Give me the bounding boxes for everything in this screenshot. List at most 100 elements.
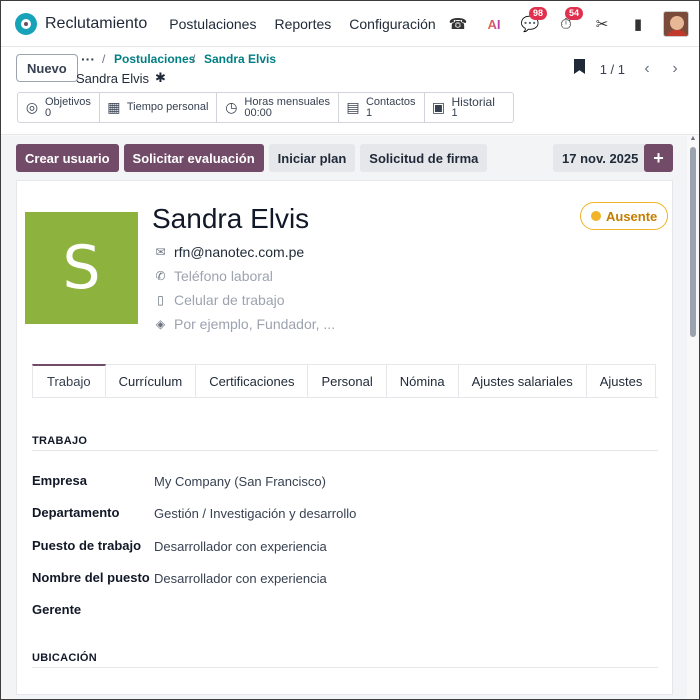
phone-icon: ✆ bbox=[155, 269, 166, 283]
stat-value: 1 bbox=[365, 106, 373, 119]
stat-label: Objetivos bbox=[45, 95, 91, 108]
menu-reportes[interactable]: Reportes bbox=[274, 16, 331, 32]
top-navbar: Reclutamiento Postulaciones Reportes Con… bbox=[1, 1, 699, 47]
breadcrumb-postulaciones[interactable]: Postulaciones bbox=[114, 52, 195, 66]
label-nombre-del-puesto: Nombre del puesto bbox=[32, 570, 150, 585]
activities-badge: 54 bbox=[565, 7, 584, 20]
value-puesto-de-trabajo[interactable]: Desarrollador con experiencia bbox=[154, 539, 327, 554]
tab-nomina[interactable]: Nómina bbox=[386, 364, 459, 398]
menu-postulaciones[interactable]: Postulaciones bbox=[169, 16, 256, 32]
mobile-field[interactable]: ▯ Celular de trabajo bbox=[154, 292, 285, 308]
stat-value: 0 bbox=[45, 106, 52, 119]
scroll-up-arrow-icon[interactable]: ▲ bbox=[689, 135, 697, 142]
tabs-divider bbox=[32, 397, 658, 398]
record-title: Sandra Elvis bbox=[76, 70, 149, 86]
email-field[interactable]: ✉ rfn@nanotec.com.pe bbox=[154, 244, 304, 260]
mobile-input[interactable]: Celular de trabajo bbox=[174, 292, 285, 308]
ai-icon[interactable]: AI bbox=[483, 13, 505, 35]
bookmark-icon[interactable] bbox=[574, 59, 585, 74]
create-user-button[interactable]: Crear usuario bbox=[16, 144, 119, 172]
mobile-icon: ▯ bbox=[157, 293, 164, 307]
value-nombre-del-puesto[interactable]: Desarrollador con experiencia bbox=[154, 571, 327, 586]
employee-name[interactable]: Sandra Elvis bbox=[152, 203, 309, 235]
stat-label: Tiempo personal bbox=[126, 101, 209, 113]
plus-button[interactable]: + bbox=[644, 144, 673, 172]
tab-curriculum[interactable]: Currículum bbox=[105, 364, 197, 398]
form-sheet: S Sandra Elvis Ausente ✉ rfn@nanotec.com… bbox=[16, 180, 673, 695]
notebook-tabs: Trabajo Currículum Certificaciones Perso… bbox=[32, 364, 657, 398]
pager: 1 / 1 ‹ › bbox=[600, 55, 687, 83]
label-puesto-de-trabajo: Puesto de trabajo bbox=[32, 538, 142, 553]
smart-button-contactos[interactable]: ▤ Contactos 1 bbox=[339, 93, 425, 122]
tags-field[interactable]: ◈ Por ejemplo, Fundador, ... bbox=[154, 316, 335, 332]
label-empresa: Empresa bbox=[32, 473, 87, 488]
status-label: Ausente bbox=[606, 208, 658, 224]
contact-card-icon: ▤ bbox=[346, 99, 360, 115]
value-empresa[interactable]: My Company (San Francisco) bbox=[154, 474, 326, 489]
envelope-icon: ✉ bbox=[155, 245, 166, 259]
work-phone-field[interactable]: ✆ Teléfono laboral bbox=[154, 268, 273, 284]
menu-configuracion[interactable]: Configuración bbox=[349, 16, 435, 32]
scrollbar-thumb[interactable] bbox=[690, 147, 696, 337]
smart-button-horas-mensuales[interactable]: ◷ Horas mensuales 00:00 bbox=[217, 93, 339, 122]
section-title-ubicacion: UBICACIÓN bbox=[32, 652, 98, 664]
stat-value: 00:00 bbox=[244, 106, 272, 119]
section-title-trabajo: TRABAJO bbox=[32, 435, 88, 447]
record-name: Sandra Elvis ✱ bbox=[76, 70, 166, 86]
smart-button-historial[interactable]: ▣ Historial 1 bbox=[425, 93, 513, 122]
request-evaluation-button[interactable]: Solicitar evaluación bbox=[123, 144, 264, 172]
tab-ajustes-salariales[interactable]: Ajustes salariales bbox=[458, 364, 587, 398]
gear-icon[interactable]: ✱ bbox=[155, 70, 166, 86]
vertical-scrollbar[interactable]: ▲ bbox=[689, 135, 697, 686]
recruitment-app-icon[interactable] bbox=[15, 12, 37, 35]
breadcrumb-separator: / bbox=[192, 52, 196, 66]
calendar-icon: ▦ bbox=[107, 99, 121, 115]
stat-label: Historial bbox=[451, 94, 495, 109]
section-divider bbox=[32, 450, 658, 451]
tab-personal[interactable]: Personal bbox=[308, 364, 387, 398]
smart-button-tiempo-personal[interactable]: ▦ Tiempo personal bbox=[100, 93, 218, 122]
smart-button-objetivos[interactable]: ◎ Objetivos 0 bbox=[18, 93, 100, 122]
smart-buttons: ◎ Objetivos 0 ▦ Tiempo personal ◷ Horas m… bbox=[17, 92, 514, 123]
breadcrumb-more-button[interactable]: ··· bbox=[81, 51, 95, 67]
main-menu: Postulaciones Reportes Configuración bbox=[169, 16, 435, 32]
stat-value: 1 bbox=[451, 106, 458, 119]
employee-avatar[interactable]: S bbox=[25, 212, 138, 324]
app-window: Reclutamiento Postulaciones Reportes Con… bbox=[0, 0, 700, 700]
activity-clock-icon[interactable]: ⏱ 54 bbox=[555, 7, 584, 35]
new-button[interactable]: Nuevo bbox=[16, 54, 78, 82]
stat-label: Contactos bbox=[365, 95, 416, 108]
history-icon: ▣ bbox=[431, 99, 446, 115]
tab-ajustes[interactable]: Ajustes bbox=[586, 364, 657, 398]
pager-previous-button[interactable]: ‹ bbox=[635, 55, 659, 83]
signature-request-button[interactable]: Solicitud de firma bbox=[360, 144, 488, 172]
email-value[interactable]: rfn@nanotec.com.pe bbox=[174, 244, 304, 260]
label-departamento: Departamento bbox=[32, 505, 120, 520]
clock-icon: ◷ bbox=[225, 99, 238, 115]
breadcrumb-separator: / bbox=[102, 52, 106, 66]
mobile-device-icon[interactable]: ▮ bbox=[627, 13, 649, 35]
tab-trabajo[interactable]: Trabajo bbox=[32, 364, 106, 398]
messages-icon[interactable]: 💬 98 bbox=[519, 7, 548, 35]
target-icon: ◎ bbox=[25, 99, 39, 115]
work-phone-input[interactable]: Teléfono laboral bbox=[174, 268, 273, 284]
stat-label: Horas mensuales bbox=[244, 95, 330, 108]
messages-badge: 98 bbox=[529, 7, 548, 20]
tab-certificaciones[interactable]: Certificaciones bbox=[196, 364, 309, 398]
start-plan-button[interactable]: Iniciar plan bbox=[268, 144, 356, 172]
pager-next-button[interactable]: › bbox=[663, 55, 687, 83]
value-departamento[interactable]: Gestión / Investigación y desarrollo bbox=[154, 506, 356, 521]
label-gerente: Gerente bbox=[32, 602, 82, 617]
user-avatar[interactable] bbox=[663, 11, 689, 37]
date-button[interactable]: 17 nov. 2025 bbox=[553, 144, 648, 172]
tags-input[interactable]: Por ejemplo, Fundador, ... bbox=[174, 316, 335, 332]
app-name[interactable]: Reclutamiento bbox=[45, 15, 147, 33]
tags-icon: ◈ bbox=[155, 317, 166, 331]
breadcrumb-current[interactable]: Sandra Elvis bbox=[204, 52, 276, 66]
section-divider bbox=[32, 667, 658, 668]
systray: ☎ AI 💬 98 ⏱ 54 ✂ ▮ bbox=[447, 7, 689, 39]
phone-icon[interactable]: ☎ bbox=[447, 13, 469, 35]
presence-status-badge[interactable]: Ausente bbox=[580, 202, 669, 230]
tools-icon[interactable]: ✂ bbox=[591, 13, 613, 35]
pager-value[interactable]: 1 / 1 bbox=[600, 62, 625, 77]
